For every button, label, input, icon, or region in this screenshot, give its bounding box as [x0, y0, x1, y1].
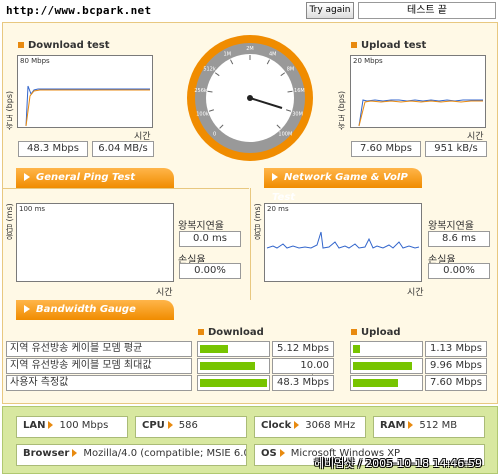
download-mbps-value: 48.3 Mbps: [18, 141, 88, 157]
download-title: Download test: [18, 40, 110, 51]
divider: [2, 188, 249, 189]
download-bar-value: 10.00 Mbps: [272, 358, 334, 385]
download-bar-value: 48.3 Mbps: [272, 375, 334, 391]
gauge-tick-label: 1M: [224, 51, 232, 57]
capture-timestamp: 헤비업샷 / 2005-10-18 14:46:59: [314, 457, 483, 470]
upload-bar: [353, 379, 398, 387]
download-bar-cell: [197, 341, 270, 357]
gauge-tick-label: 30M: [292, 111, 303, 117]
sys-cpu: CPU 586: [135, 416, 247, 438]
tab-network-game-voip[interactable]: Network Game & VoIP Test: [264, 168, 422, 203]
arrow-right-icon: [294, 421, 300, 429]
download-bar-cell: [197, 358, 270, 374]
bandwidth-row-label: 사용자 측정값: [6, 375, 192, 391]
arrow-right-icon: [24, 305, 30, 313]
status-display: 테스트 끝: [358, 2, 496, 19]
gauge-tick-label: 16M: [294, 88, 305, 94]
top-bar: http://www.bcpark.net Try again 테스트 끝: [0, 0, 500, 22]
arrow-right-icon: [279, 449, 285, 457]
download-bar: [200, 379, 267, 387]
site-url-logo: http://www.bcpark.net: [6, 4, 152, 17]
arrow-right-icon: [48, 421, 54, 429]
upload-mbps-value: 7.60 Mbps: [351, 141, 421, 157]
gauge-tick-label: 100k: [196, 111, 209, 117]
gauge-tick-label: 4M: [269, 51, 277, 57]
upload-bar-value: 9.96 Mbps: [425, 358, 487, 374]
game-rtt-value: 8.6 ms: [428, 231, 490, 247]
arrow-right-icon: [272, 173, 278, 181]
download-bar: [200, 345, 229, 353]
arrow-right-icon: [167, 421, 173, 429]
divider: [250, 188, 251, 300]
upload-bar-cell: [350, 358, 423, 374]
upload-bar-value: 7.60 Mbps: [425, 375, 487, 391]
upload-bar-cell: [350, 375, 423, 391]
upload-bar: [353, 345, 360, 353]
upload-graph: 20 Mbps: [350, 55, 486, 128]
orange-square-icon: [351, 329, 357, 335]
download-bar-value: 5.12 Mbps: [272, 341, 334, 357]
game-loss-value: 0.00%: [428, 263, 490, 279]
orange-square-icon: [351, 42, 357, 48]
game-latency-curve: [266, 231, 420, 249]
gauge-tick-label: 256k: [194, 88, 207, 94]
download-bar: [200, 362, 255, 370]
gauge-tick-label: 512k: [203, 67, 216, 73]
gauge-tick-label: 0: [213, 131, 216, 137]
ping-loss-value: 0.00%: [179, 263, 241, 279]
ping-rtt-value: 0.0 ms: [179, 231, 241, 247]
game-rtt-label: 왕복지연율: [428, 221, 474, 232]
game-ylabel: 응답 (ms): [253, 203, 262, 240]
orange-square-icon: [18, 42, 24, 48]
arrow-right-icon: [72, 449, 78, 457]
upload-title: Upload test: [351, 40, 426, 51]
try-again-button[interactable]: Try again: [306, 2, 354, 19]
upload-bar-cell: [350, 341, 423, 357]
speed-gauge: 0 100k 256k 512k 1M 2M 4M 8M 16M 30M 100M: [186, 34, 314, 162]
tab-general-ping[interactable]: General Ping Test: [16, 168, 174, 188]
ping-rtt-label: 왕복지연율: [178, 221, 224, 232]
sys-browser: Browser Mozilla/4.0 (compatible; MSIE 6.0: [16, 444, 247, 466]
orange-square-icon: [198, 329, 204, 335]
ping-graph: 100 ms: [16, 203, 174, 282]
download-ylabel: 속도 (bps): [5, 90, 14, 130]
bandwidth-download-header: Download: [198, 327, 264, 338]
sys-ram: RAM 512 MB: [373, 416, 485, 438]
ping-xlabel: 시간: [156, 288, 173, 298]
arrow-right-icon: [408, 421, 414, 429]
gauge-tick-label: 2M: [246, 46, 254, 52]
upload-kbs-value: 951 kB/s: [425, 141, 487, 157]
ping-scale: 100 ms: [19, 205, 46, 213]
sys-lan: LAN 100 Mbps: [16, 416, 128, 438]
upload-curve: [358, 99, 483, 127]
bandwidth-upload-header: Upload: [351, 327, 400, 338]
bandwidth-row-label: 지역 유선방송 케이블 모뎀 평균: [6, 341, 192, 357]
game-xlabel: 시간: [407, 288, 424, 298]
tab-bandwidth-gauge[interactable]: Bandwidth Gauge: [16, 300, 174, 320]
sys-clock: Clock 3068 MHz: [254, 416, 366, 438]
bandwidth-row-label: 지역 유선방송 케이블 모뎀 최대값: [6, 358, 192, 374]
download-mbs-value: 6.04 MB/s: [92, 141, 154, 157]
upload-bar: [353, 362, 412, 370]
ping-ylabel: 응답 (ms): [5, 203, 14, 240]
gauge-tick-label: 100M: [278, 131, 292, 137]
game-graph: 20 ms: [264, 203, 422, 282]
download-bar-cell: [197, 375, 270, 391]
upload-ylabel: 속도 (bps): [337, 90, 346, 130]
download-graph: 80 Mbps: [17, 55, 153, 128]
upload-bar-value: 1.13 Mbps: [425, 341, 487, 357]
gauge-tick-label: 8M: [287, 67, 295, 73]
download-curve: [25, 85, 150, 127]
arrow-right-icon: [24, 173, 30, 181]
